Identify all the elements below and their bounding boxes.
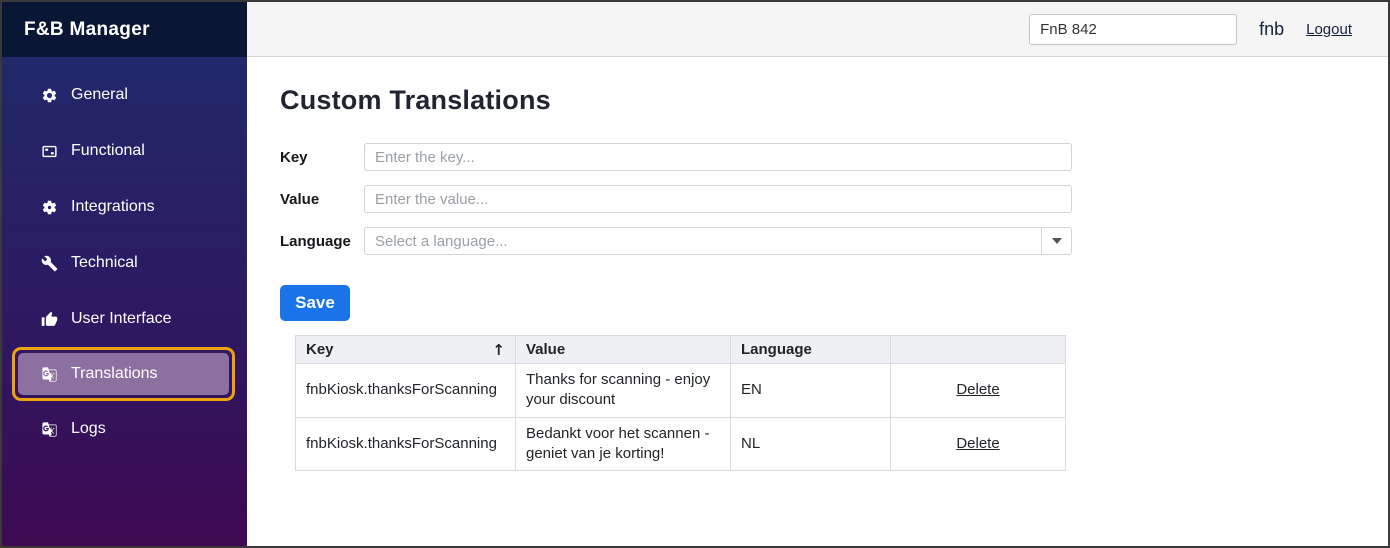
sidebar-nav: General Functional Integrations Technica… <box>2 57 247 457</box>
window-icon <box>40 142 58 160</box>
language-select-value[interactable] <box>364 227 1072 255</box>
sidebar-item-label: Translations <box>71 365 158 382</box>
column-header-value[interactable]: Value <box>515 335 731 364</box>
sidebar-item-translations[interactable]: Translations <box>12 347 235 401</box>
sidebar-item-general[interactable]: General <box>2 67 247 123</box>
sidebar-item-label: General <box>71 86 128 103</box>
sidebar-item-label: Functional <box>71 142 145 159</box>
sidebar-item-user-interface[interactable]: User Interface <box>2 291 247 347</box>
cell-actions: Delete <box>890 363 1066 418</box>
column-header-actions <box>890 335 1066 364</box>
cell-value: Bedankt voor het scannen - geniet van je… <box>515 416 731 471</box>
cell-key: fnbKiosk.thanksForScanning <box>295 416 516 471</box>
translations-table: Key ↑ Value Language fnbKiosk.thanksForS… <box>295 335 1066 471</box>
cog-icon <box>40 198 58 216</box>
delete-link[interactable]: Delete <box>956 381 999 398</box>
language-select-arrow[interactable] <box>1041 228 1071 254</box>
app-title: F&B Manager <box>2 2 247 57</box>
tools-icon <box>40 254 58 272</box>
column-header-key[interactable]: Key ↑ <box>295 335 516 364</box>
language-select[interactable] <box>364 227 1072 255</box>
username-label: fnb <box>1259 18 1285 39</box>
gear-icon <box>40 86 58 104</box>
sidebar-item-logs[interactable]: Logs <box>2 401 247 457</box>
logout-link[interactable]: Logout <box>1306 21 1352 38</box>
logs-icon <box>40 420 58 438</box>
thumb-up-icon <box>40 310 58 328</box>
cell-value: Thanks for scanning - enjoy your discoun… <box>515 363 731 418</box>
site-selector-value[interactable] <box>1030 14 1237 44</box>
sidebar-item-label: Integrations <box>71 198 155 215</box>
column-header-language[interactable]: Language <box>730 335 891 364</box>
sidebar-item-label: Logs <box>71 420 106 437</box>
key-form-row: Key <box>280 143 1388 171</box>
app-window: F&B Manager General Functional Integrati… <box>0 0 1390 548</box>
main-content: Custom Translations Key Value Language S… <box>247 57 1388 546</box>
save-button[interactable]: Save <box>280 285 350 321</box>
value-input[interactable] <box>364 185 1072 213</box>
sidebar-item-label: User Interface <box>71 310 172 327</box>
value-form-row: Value <box>280 185 1388 213</box>
table-row: fnbKiosk.thanksForScanning Bedankt voor … <box>295 416 1066 471</box>
sort-ascending-icon[interactable]: ↑ <box>492 341 505 359</box>
sidebar-item-functional[interactable]: Functional <box>2 123 247 179</box>
chevron-down-icon <box>1051 238 1062 244</box>
site-selector[interactable] <box>1029 13 1238 45</box>
translate-icon <box>40 365 58 383</box>
cell-key: fnbKiosk.thanksForScanning <box>295 363 516 418</box>
sidebar-item-integrations[interactable]: Integrations <box>2 179 247 235</box>
sidebar-item-label: Technical <box>71 254 138 271</box>
table-row: fnbKiosk.thanksForScanning Thanks for sc… <box>295 363 1066 418</box>
cell-language: EN <box>730 363 891 418</box>
sidebar: F&B Manager General Functional Integrati… <box>2 2 247 546</box>
topbar: fnb Logout <box>247 2 1388 57</box>
table-header-row: Key ↑ Value Language <box>295 335 1066 364</box>
value-label: Value <box>280 190 320 208</box>
key-input[interactable] <box>364 143 1072 171</box>
language-form-row: Language <box>280 227 1388 255</box>
key-label: Key <box>280 148 308 166</box>
cell-actions: Delete <box>890 416 1066 471</box>
page-title: Custom Translations <box>280 85 551 115</box>
delete-link[interactable]: Delete <box>956 435 999 452</box>
language-label: Language <box>280 232 351 250</box>
cell-language: NL <box>730 416 891 471</box>
sidebar-item-technical[interactable]: Technical <box>2 235 247 291</box>
